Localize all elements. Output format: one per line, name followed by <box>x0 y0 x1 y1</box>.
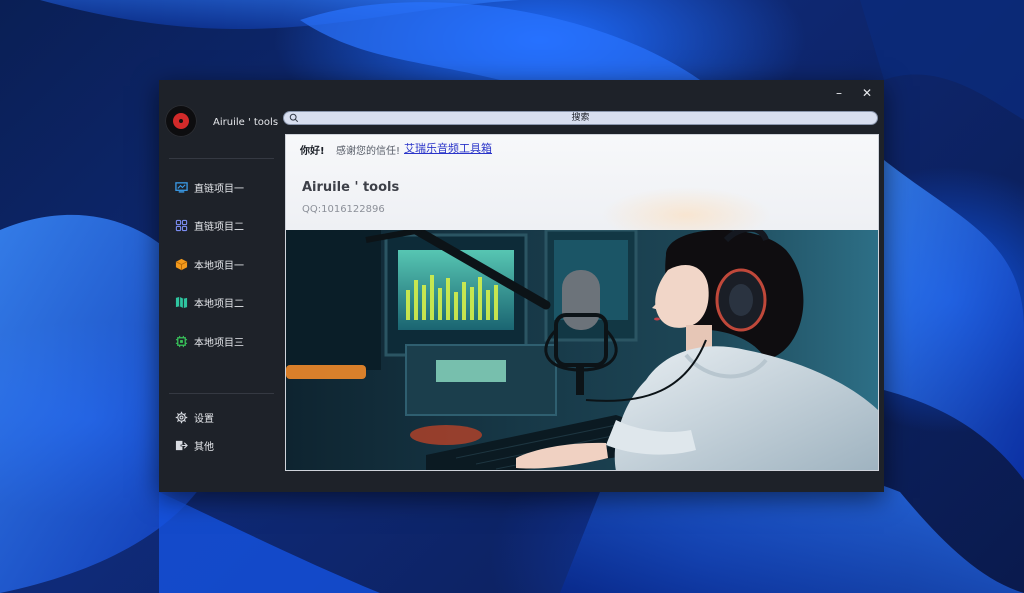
studio-illustration <box>286 230 878 470</box>
map-icon <box>175 296 188 308</box>
banner-title: Airuile ' tools <box>302 180 400 195</box>
chip-icon <box>175 335 188 347</box>
grid-icon <box>175 219 188 231</box>
window-controls: – ✕ <box>832 86 874 100</box>
sidebar: Airuile ' tools 直链项目一 直链项目二 本地项目一 本地项目二 … <box>159 80 283 492</box>
greeting-text: 你好! <box>300 146 325 157</box>
content-panel: 你好! 感谢您的信任! 艾瑞乐音频工具箱 Airuile ' tools QQ:… <box>285 134 879 471</box>
toolbox-link[interactable]: 艾瑞乐音频工具箱 <box>404 140 492 156</box>
search-bar[interactable]: 搜索 <box>283 111 878 125</box>
minimize-button[interactable]: – <box>832 86 846 100</box>
exit-icon <box>175 440 188 450</box>
sidebar-item-label: 本地项目三 <box>194 337 244 349</box>
brand <box>165 105 197 137</box>
sidebar-item-direct-2[interactable]: 直链项目二 <box>175 216 244 234</box>
gear-icon <box>175 411 188 423</box>
close-button[interactable]: ✕ <box>860 86 874 100</box>
sidebar-item-label: 设置 <box>194 413 214 425</box>
sidebar-item-local-3[interactable]: 本地项目三 <box>175 332 244 350</box>
sidebar-divider-bottom <box>169 393 274 394</box>
monitor-icon <box>175 181 188 193</box>
sidebar-item-label: 其他 <box>194 441 214 453</box>
app-name: Airuile ' tools <box>213 117 279 128</box>
sidebar-divider-top <box>169 158 274 159</box>
studio-scene-image <box>286 230 878 470</box>
cube-icon <box>175 258 188 270</box>
vinyl-logo-icon <box>165 105 197 137</box>
thanks-text: 感谢您的信任! <box>336 146 401 157</box>
sidebar-item-label: 本地项目一 <box>194 260 244 272</box>
sidebar-item-local-2[interactable]: 本地项目二 <box>175 293 244 311</box>
sidebar-item-local-1[interactable]: 本地项目一 <box>175 255 244 273</box>
qq-contact: QQ:1016122896 <box>302 204 385 215</box>
sidebar-item-label: 本地项目二 <box>194 298 244 310</box>
app-window: – ✕ Airuile ' tools 直链项目一 直链项目二 本地项目一 本地… <box>159 80 884 492</box>
sidebar-item-direct-1[interactable]: 直链项目一 <box>175 178 244 196</box>
welcome-banner: 你好! 感谢您的信任! 艾瑞乐音频工具箱 Airuile ' tools QQ:… <box>286 135 878 230</box>
sidebar-item-settings[interactable]: 设置 <box>175 408 214 426</box>
sidebar-item-other[interactable]: 其他 <box>175 436 214 454</box>
sidebar-item-label: 直链项目二 <box>194 221 244 233</box>
sidebar-item-label: 直链项目一 <box>194 183 244 195</box>
search-label: 搜索 <box>571 113 590 123</box>
